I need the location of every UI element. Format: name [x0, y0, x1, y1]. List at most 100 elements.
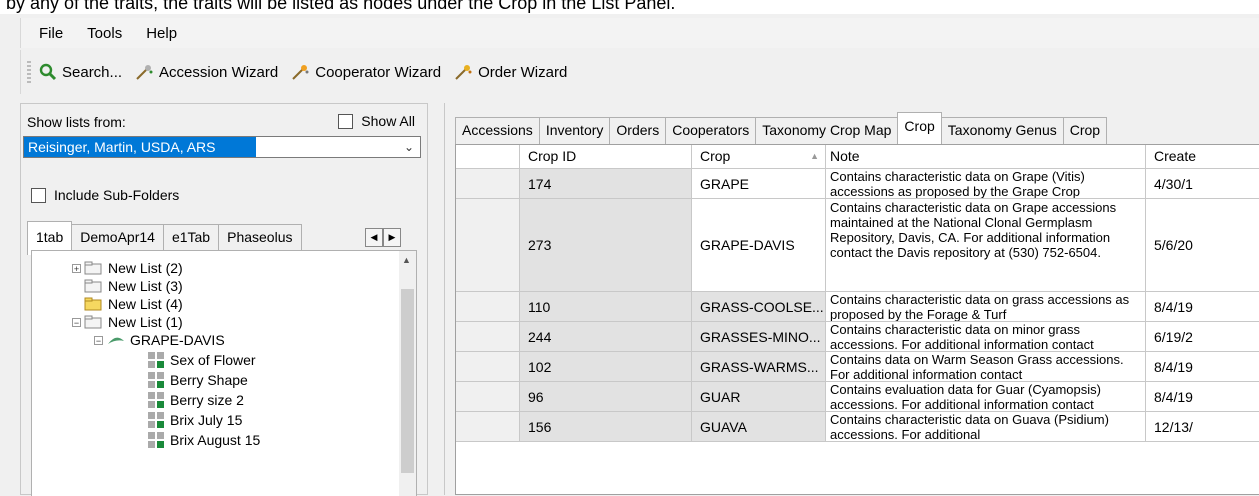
cell-crop[interactable]: GRASS-WARMS...	[692, 352, 826, 381]
tab-phaseolus[interactable]: Phaseolus	[218, 224, 302, 251]
tab-crop[interactable]: Crop	[897, 112, 942, 145]
tab-cooperators[interactable]: Cooperators	[665, 117, 757, 144]
tree-item-label: Berry Shape	[170, 372, 248, 388]
column-header-crop[interactable]: Crop ▲	[692, 145, 826, 168]
tree-item-label: Berry size 2	[170, 392, 244, 408]
tree-item-trait[interactable]: Brix July 15	[146, 411, 242, 429]
cell-created[interactable]: 12/13/	[1146, 412, 1259, 441]
cell-crop[interactable]: GRAPE	[692, 169, 826, 198]
table-row[interactable]: 102 GRASS-WARMS... Contains data on Warm…	[456, 352, 1259, 382]
tree-item-trait[interactable]: Brix August 15	[146, 431, 260, 449]
column-header-note[interactable]: Note	[826, 145, 1146, 168]
table-row[interactable]: 96 GUAR Contains evaluation data for Gua…	[456, 382, 1259, 412]
row-header[interactable]	[456, 199, 520, 291]
tree-item-new-list-1[interactable]: − New List (1)	[72, 313, 183, 331]
cell-created[interactable]: 5/6/20	[1146, 199, 1259, 291]
tree-scrollbar[interactable]: ▲	[399, 251, 416, 496]
cell-crop-id[interactable]: 244	[520, 322, 692, 351]
tab-demoapr14[interactable]: DemoApr14	[71, 224, 164, 251]
cell-crop[interactable]: GRASSES-MINO...	[692, 322, 826, 351]
cell-crop-id[interactable]: 273	[520, 199, 692, 291]
expand-icon[interactable]: +	[72, 263, 81, 273]
owner-dropdown[interactable]: Reisinger, Martin, USDA, ARS ⌄	[23, 136, 421, 158]
tree-item-label: GRAPE-DAVIS	[130, 332, 225, 348]
cell-crop-id[interactable]: 174	[520, 169, 692, 198]
tab-scroll-right-icon[interactable]: ▶	[383, 228, 401, 247]
tab-scroll-left-icon[interactable]: ◀	[365, 228, 383, 247]
row-header[interactable]	[456, 412, 520, 441]
cell-note[interactable]: Contains characteristic data on Grape (V…	[826, 169, 1146, 198]
table-row[interactable]: 156 GUAVA Contains characteristic data o…	[456, 412, 1259, 442]
scrollbar-thumb[interactable]	[401, 289, 414, 473]
tab-accessions[interactable]: Accessions	[455, 117, 540, 144]
show-all-checkbox[interactable]: Show All	[338, 113, 415, 129]
tree-item-label: New List (3)	[108, 278, 183, 294]
tree-item-grape-davis[interactable]: − GRAPE-DAVIS	[94, 331, 225, 349]
tree-item-new-list-2[interactable]: + New List (2)	[72, 259, 183, 277]
wizard-wand-icon	[292, 65, 309, 80]
cell-note[interactable]: Contains data on Warm Season Grass acces…	[826, 352, 1146, 381]
list-tree: + New List (2) New List (3) New List (4)…	[31, 250, 417, 496]
table-row[interactable]: 273 GRAPE-DAVIS Contains characteristic …	[456, 199, 1259, 292]
tree-item-trait[interactable]: Berry size 2	[146, 391, 244, 409]
column-header-created[interactable]: Create	[1146, 145, 1259, 168]
include-subfolders-checkbox[interactable]: Include Sub-Folders	[31, 187, 179, 203]
cell-created[interactable]: 8/4/19	[1146, 292, 1259, 321]
tree-item-trait[interactable]: Sex of Flower	[146, 351, 256, 369]
row-header[interactable]	[456, 292, 520, 321]
cell-crop-id[interactable]: 156	[520, 412, 692, 441]
cell-crop[interactable]: GUAVA	[692, 412, 826, 441]
tree-item-new-list-3[interactable]: New List (3)	[84, 277, 183, 295]
collapse-icon[interactable]: −	[72, 317, 81, 327]
row-header[interactable]	[456, 322, 520, 351]
collapse-icon[interactable]: −	[94, 335, 103, 345]
menu-file[interactable]: File	[39, 25, 63, 42]
tree-item-label: New List (4)	[108, 296, 183, 312]
scroll-up-icon[interactable]: ▲	[402, 255, 411, 265]
cell-crop[interactable]: GRAPE-DAVIS	[692, 199, 826, 291]
row-header[interactable]	[456, 382, 520, 411]
row-header[interactable]	[456, 169, 520, 198]
cell-crop[interactable]: GUAR	[692, 382, 826, 411]
order-wizard-button[interactable]: Order Wizard	[453, 63, 567, 81]
tab-crop-trait[interactable]: Crop	[1062, 117, 1108, 144]
cell-crop-id[interactable]: 110	[520, 292, 692, 321]
cell-note[interactable]: Contains characteristic data on Guava (P…	[826, 412, 1146, 441]
search-button-label: Search...	[62, 63, 123, 81]
folder-list-icon	[84, 315, 102, 329]
cell-note[interactable]: Contains characteristic data on Grape ac…	[826, 199, 1146, 291]
tab-e1tab[interactable]: e1Tab	[162, 224, 220, 251]
tab-inventory[interactable]: Inventory	[538, 117, 611, 144]
cell-created[interactable]: 6/19/2	[1146, 322, 1259, 351]
cell-created[interactable]: 4/30/1	[1146, 169, 1259, 198]
dataview-tabs: Accessions Inventory Orders Cooperators …	[455, 112, 1108, 145]
trait-icon	[148, 352, 164, 368]
table-row[interactable]: 110 GRASS-COOLSE... Contains characteris…	[456, 292, 1259, 322]
table-row[interactable]: 174 GRAPE Contains characteristic data o…	[456, 169, 1259, 199]
tab-taxonomy-crop-map[interactable]: Taxonomy Crop Map	[755, 117, 899, 144]
table-row[interactable]: 244 GRASSES-MINO... Contains characteris…	[456, 322, 1259, 352]
tree-item-new-list-4[interactable]: New List (4)	[84, 295, 183, 313]
cooperator-wizard-button[interactable]: Cooperator Wizard	[290, 63, 441, 81]
chevron-down-icon[interactable]: ⌄	[404, 140, 414, 154]
tab-orders[interactable]: Orders	[609, 117, 667, 144]
tree-item-trait[interactable]: Berry Shape	[146, 371, 248, 389]
cell-note[interactable]: Contains characteristic data on grass ac…	[826, 292, 1146, 321]
row-header[interactable]	[456, 352, 520, 381]
checkbox-box[interactable]	[31, 187, 46, 203]
tab-taxonomy-genus[interactable]: Taxonomy Genus	[940, 117, 1064, 144]
menu-tools[interactable]: Tools	[87, 25, 122, 42]
cell-created[interactable]: 8/4/19	[1146, 352, 1259, 381]
cell-note[interactable]: Contains characteristic data on minor gr…	[826, 322, 1146, 351]
toolbar-grip[interactable]	[27, 61, 31, 83]
cell-note[interactable]: Contains evaluation data for Guar (Cyamo…	[826, 382, 1146, 411]
menu-help[interactable]: Help	[146, 25, 177, 42]
accession-wizard-button[interactable]: Accession Wizard	[134, 63, 278, 81]
checkbox-box[interactable]	[338, 113, 354, 129]
cell-crop[interactable]: GRASS-COOLSE...	[692, 292, 826, 321]
search-button[interactable]: Search...	[39, 63, 122, 81]
cell-crop-id[interactable]: 102	[520, 352, 692, 381]
column-header-crop-id[interactable]: Crop ID	[520, 145, 692, 168]
cell-crop-id[interactable]: 96	[520, 382, 692, 411]
cell-created[interactable]: 8/4/19	[1146, 382, 1259, 411]
